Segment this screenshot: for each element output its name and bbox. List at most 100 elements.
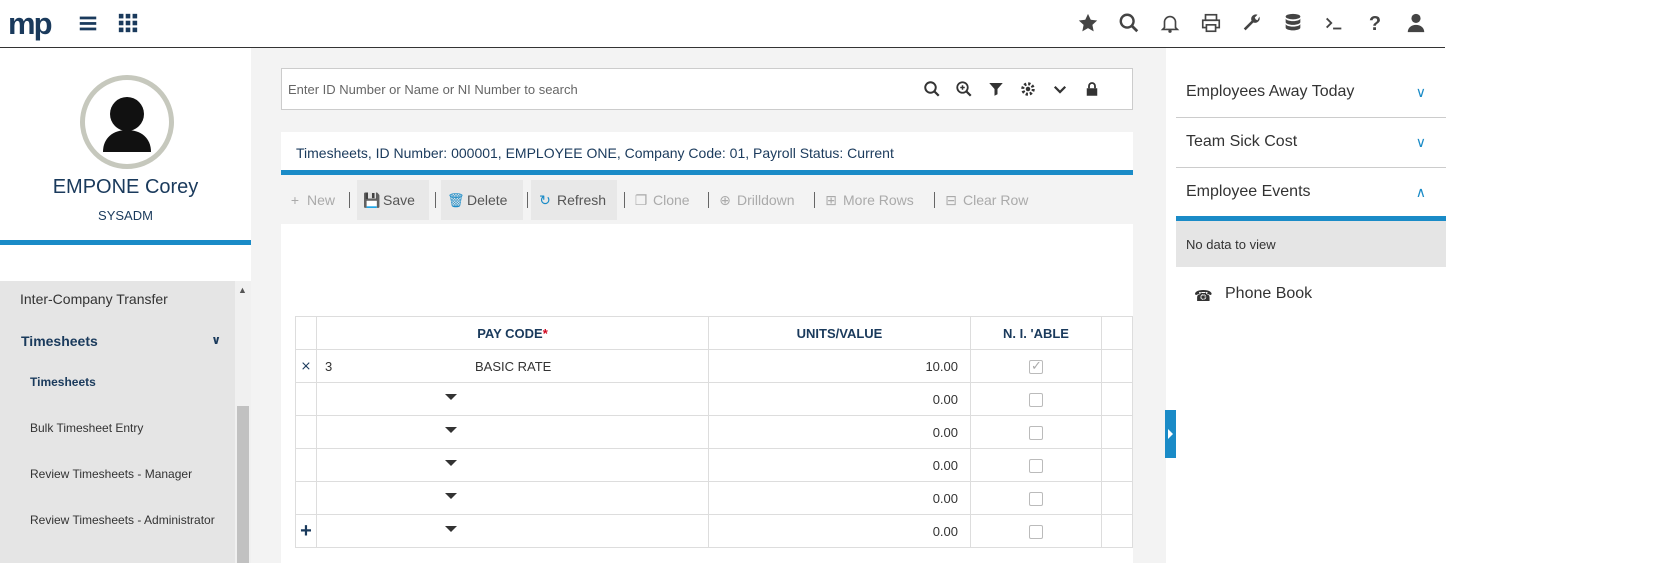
sidebar-item-timesheets[interactable]: Timesheets xyxy=(30,375,265,389)
units-value-cell[interactable]: 0.00 xyxy=(708,481,971,515)
apps-grid-icon[interactable] xyxy=(116,12,140,36)
accordion-employee-events[interactable]: Employee Events ∧ xyxy=(1176,168,1446,221)
clear-row-label: Clear Row xyxy=(963,192,1029,208)
menu-icon[interactable] xyxy=(76,12,100,36)
units-value-cell[interactable]: 0.00 xyxy=(708,514,971,548)
pay-code-cell[interactable] xyxy=(316,481,709,515)
sidebar-item-inter-company-transfer[interactable]: Inter-Company Transfer xyxy=(20,291,255,307)
refresh-button[interactable]: ↻ Refresh xyxy=(531,180,617,220)
sidebar-group-timesheets[interactable]: Timesheets ∨ xyxy=(21,333,221,349)
delete-button[interactable]: 🗑 Delete xyxy=(441,180,523,220)
ni-able-cell[interactable] xyxy=(970,382,1102,416)
divider xyxy=(527,192,528,208)
ni-able-checkbox[interactable] xyxy=(1029,425,1043,440)
pay-code-cell[interactable] xyxy=(316,448,709,482)
accordion-employees-away-today[interactable]: Employees Away Today ∨ xyxy=(1176,68,1446,118)
sidebar-item-bulk-timesheet-entry[interactable]: Bulk Timesheet Entry xyxy=(30,421,265,435)
drilldown-button[interactable]: ⊕ Drilldown xyxy=(711,180,794,220)
dropdown-arrow-icon[interactable] xyxy=(445,427,457,433)
new-button[interactable]: + New xyxy=(281,180,335,220)
units-value-cell[interactable]: 0.00 xyxy=(708,448,971,482)
dropdown-arrow-icon[interactable] xyxy=(445,526,457,532)
table-row[interactable]: 0.00 xyxy=(295,448,1133,482)
help-icon[interactable]: ? xyxy=(1363,12,1387,36)
phone-book-link[interactable]: ☎ Phone Book xyxy=(1176,285,1446,305)
ni-able-cell[interactable] xyxy=(970,349,1102,383)
sidebar-item-review-timesheets-manager[interactable]: Review Timesheets - Manager xyxy=(30,467,265,481)
add-row-icon[interactable]: + xyxy=(295,514,317,548)
top-bar: mp ? xyxy=(0,0,1445,48)
dropdown-arrow-icon[interactable] xyxy=(445,460,457,466)
filter-icon[interactable] xyxy=(986,80,1006,100)
zoom-in-icon: ⊕ xyxy=(719,192,731,208)
table-row[interactable]: 0.00 xyxy=(295,382,1133,416)
user-icon[interactable] xyxy=(1404,12,1428,36)
ni-able-checkbox[interactable] xyxy=(1029,458,1043,473)
more-rows-button[interactable]: ⊞ More Rows xyxy=(817,180,914,220)
database-icon[interactable] xyxy=(1281,12,1305,36)
right-panel: Employees Away Today ∨ Team Sick Cost ∨ … xyxy=(1176,48,1446,563)
ni-able-checkbox[interactable] xyxy=(1029,491,1043,506)
clone-button[interactable]: ❐ Clone xyxy=(627,180,690,220)
header-units-value[interactable]: UNITS/VALUE xyxy=(708,316,971,350)
header-ni-able[interactable]: N. I. 'ABLE xyxy=(970,316,1102,350)
ni-able-checkbox[interactable] xyxy=(1029,358,1043,374)
star-icon[interactable] xyxy=(1076,12,1100,36)
sidebar-item-review-timesheets-administrator[interactable]: Review Timesheets - Administrator xyxy=(30,513,265,527)
search-input[interactable] xyxy=(288,77,888,101)
accordion-team-sick-cost[interactable]: Team Sick Cost ∨ xyxy=(1176,118,1446,168)
table-row[interactable]: 0.00 xyxy=(295,415,1133,449)
save-button[interactable]: 💾 Save xyxy=(357,180,429,220)
terminal-icon[interactable] xyxy=(1322,12,1346,36)
ni-able-checkbox[interactable] xyxy=(1029,524,1043,539)
search-icon[interactable] xyxy=(922,80,942,100)
lock-icon[interactable] xyxy=(1082,80,1102,100)
bell-icon[interactable] xyxy=(1158,12,1182,36)
new-label: New xyxy=(307,192,336,208)
ni-able-cell[interactable] xyxy=(970,514,1102,548)
ni-able-cell[interactable] xyxy=(970,481,1102,515)
spacer-cell xyxy=(1101,415,1133,449)
app-logo[interactable]: mp xyxy=(8,8,52,39)
pay-code-cell[interactable] xyxy=(316,382,709,416)
dropdown-arrow-icon[interactable] xyxy=(445,394,457,400)
units-value-cell[interactable]: 10.00 xyxy=(708,349,971,383)
zoom-in-icon[interactable] xyxy=(954,80,974,100)
search-bar xyxy=(281,68,1133,110)
empty-state: No data to view xyxy=(1176,221,1446,267)
wrench-icon[interactable] xyxy=(1240,12,1264,36)
row-control-cell xyxy=(295,415,317,449)
ni-able-checkbox[interactable] xyxy=(1029,392,1043,407)
ni-able-cell[interactable] xyxy=(970,415,1102,449)
user-role: SYSADM xyxy=(98,208,153,223)
scrollbar-thumb[interactable] xyxy=(237,406,249,563)
divider xyxy=(624,192,625,208)
table-row[interactable]: ⨯ 3 BASIC RATE 10.00 xyxy=(295,349,1133,383)
dropdown-arrow-icon[interactable] xyxy=(445,493,457,499)
chevron-down-icon[interactable] xyxy=(1050,80,1070,100)
units-value-cell[interactable]: 0.00 xyxy=(708,382,971,416)
row-control-cell xyxy=(295,481,317,515)
divider xyxy=(708,192,709,208)
chevron-down-icon: ∨ xyxy=(1415,84,1426,100)
table-row[interactable]: + 0.00 xyxy=(295,514,1133,548)
clone-label: Clone xyxy=(653,192,690,208)
search-icon[interactable] xyxy=(1117,12,1141,36)
printer-icon[interactable] xyxy=(1199,12,1223,36)
right-panel-toggle[interactable] xyxy=(1165,410,1176,458)
sidebar-scrollbar[interactable]: ▲ xyxy=(235,281,251,563)
tools-icon[interactable]: ⨯ xyxy=(295,349,317,383)
phone-book-label: Phone Book xyxy=(1225,285,1313,302)
user-avatar-icon xyxy=(103,97,151,152)
ni-able-cell[interactable] xyxy=(970,448,1102,482)
header-pay-code[interactable]: PAY CODE* xyxy=(316,316,709,350)
scroll-up-icon[interactable]: ▲ xyxy=(238,285,247,295)
units-value-cell[interactable]: 0.00 xyxy=(708,415,971,449)
table-row[interactable]: 0.00 xyxy=(295,481,1133,515)
gear-icon[interactable] xyxy=(1018,80,1038,100)
accordion-label: Team Sick Cost xyxy=(1186,133,1298,150)
pay-code-cell[interactable] xyxy=(316,514,709,548)
pay-code-cell[interactable] xyxy=(316,415,709,449)
clear-row-button[interactable]: ⊟ Clear Row xyxy=(937,180,1028,220)
pay-code-cell[interactable]: 3 BASIC RATE xyxy=(316,349,709,383)
